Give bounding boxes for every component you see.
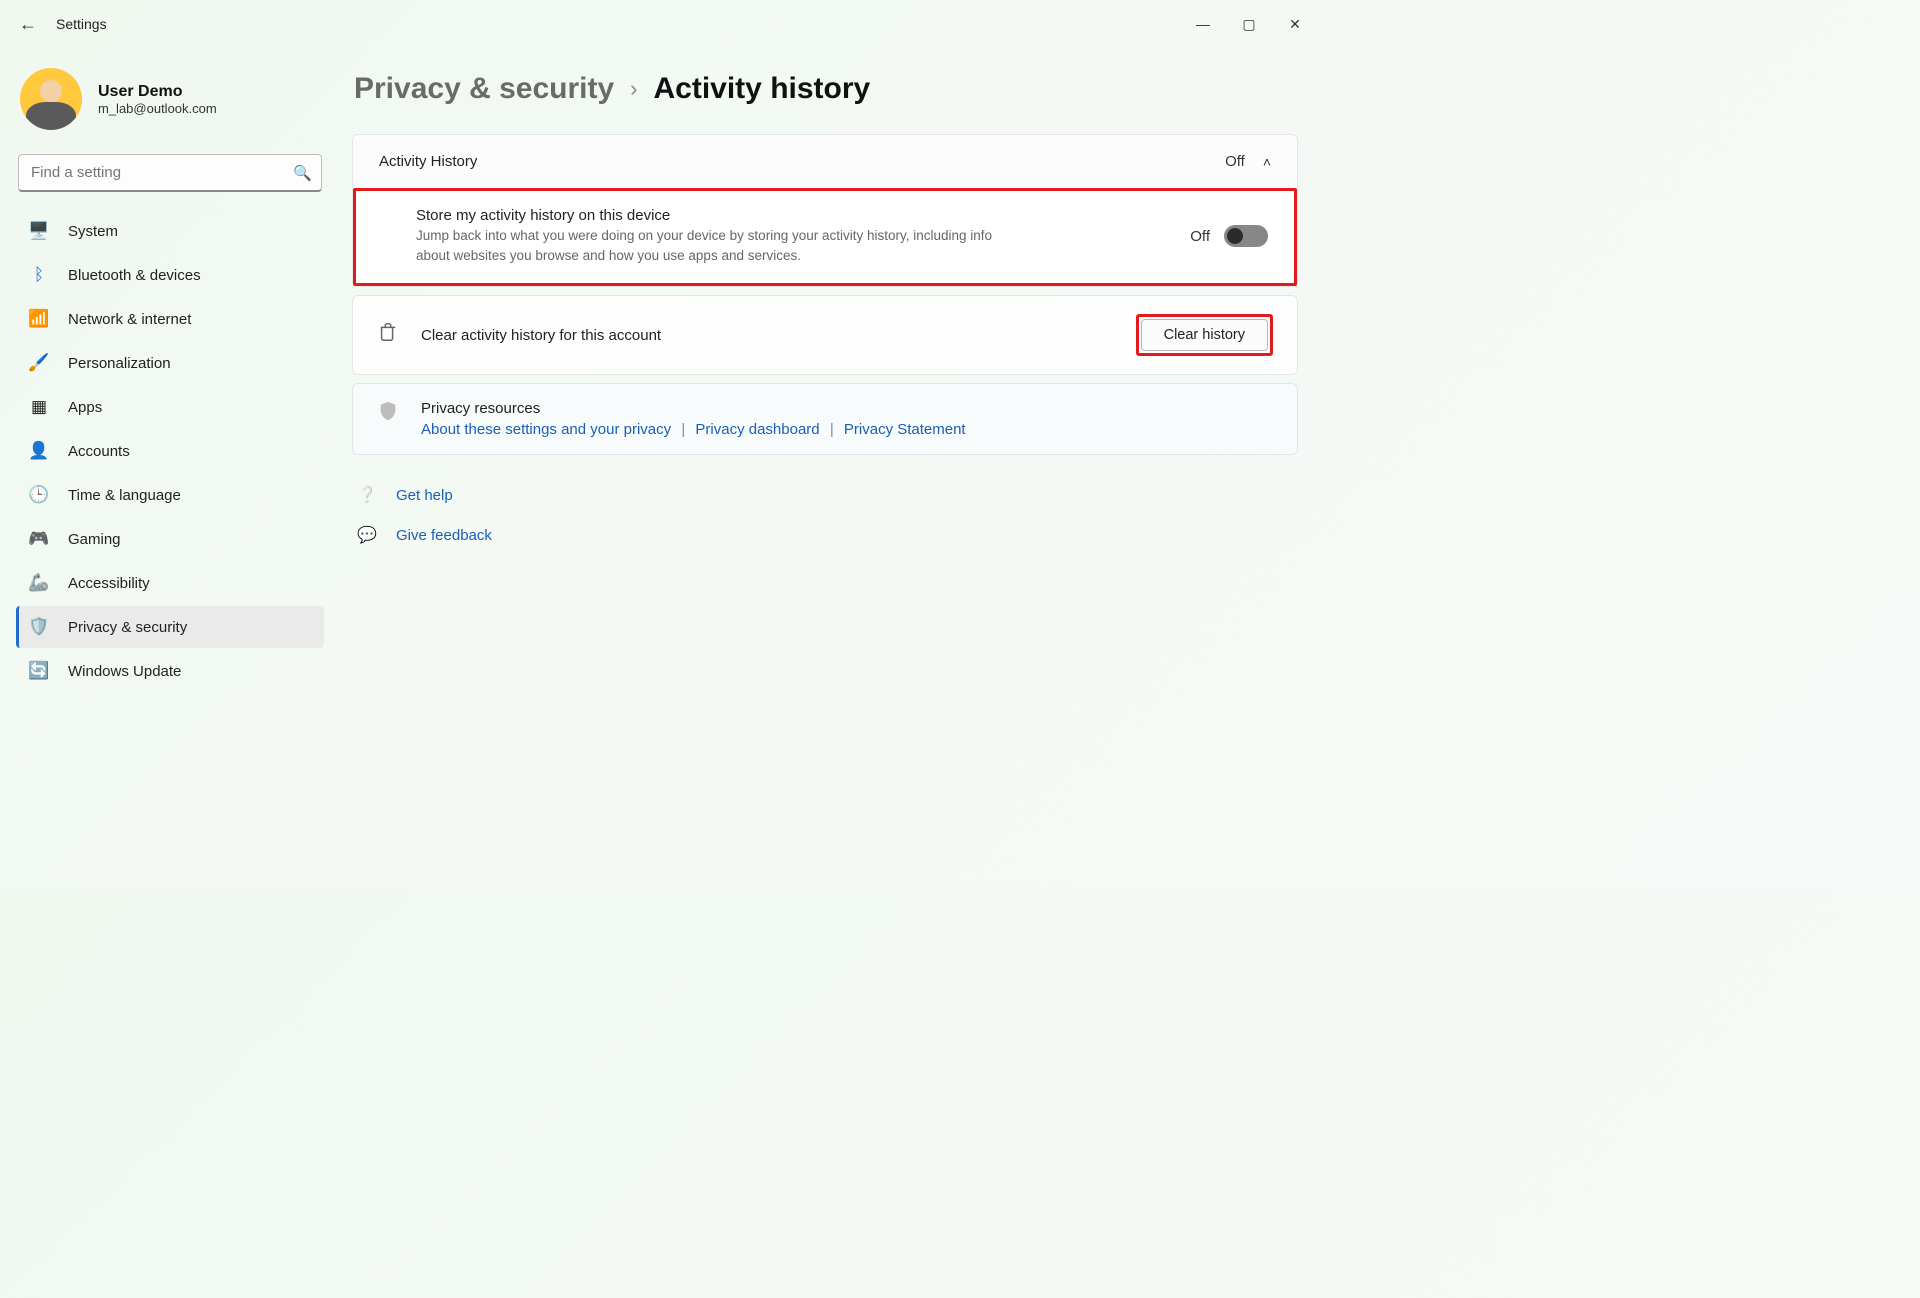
sidebar-item-accounts[interactable]: 👤 Accounts	[16, 430, 324, 472]
bluetooth-icon: ᛒ	[28, 265, 50, 285]
breadcrumb-current: Activity history	[653, 72, 870, 106]
back-arrow-icon: ←	[19, 14, 37, 35]
activity-history-status: Off	[1225, 153, 1245, 170]
sidebar-item-label: Accessibility	[68, 575, 150, 592]
breadcrumb-parent[interactable]: Privacy & security	[354, 72, 614, 106]
minimize-button[interactable]: —	[1180, 4, 1226, 44]
activity-history-expander[interactable]: Activity History Off ˄	[353, 135, 1297, 188]
apps-icon: ▦	[28, 397, 50, 417]
update-icon: 🔄	[28, 661, 50, 681]
link-privacy-dashboard[interactable]: Privacy dashboard	[695, 421, 819, 438]
activity-history-title: Activity History	[379, 153, 477, 170]
wifi-icon: 📶	[28, 309, 50, 329]
sidebar-item-accessibility[interactable]: 🦾 Accessibility	[16, 562, 324, 604]
get-help-row[interactable]: ❔ Get help	[352, 479, 1298, 511]
close-icon: ✕	[1289, 16, 1301, 33]
store-activity-status: Off	[1190, 228, 1210, 245]
trash-icon	[377, 321, 399, 349]
sidebar-item-update[interactable]: 🔄 Windows Update	[16, 650, 324, 692]
gaming-icon: 🎮	[28, 529, 50, 549]
sidebar-item-time[interactable]: 🕒 Time & language	[16, 474, 324, 516]
store-activity-title: Store my activity history on this device	[416, 207, 1016, 224]
give-feedback-row[interactable]: 💬 Give feedback	[352, 519, 1298, 551]
sidebar-item-privacy[interactable]: 🛡️ Privacy & security	[16, 606, 324, 648]
sidebar-item-label: Network & internet	[68, 311, 191, 328]
accessibility-icon: 🦾	[28, 573, 50, 593]
sidebar-item-network[interactable]: 📶 Network & internet	[16, 298, 324, 340]
chevron-up-icon: ˄	[1263, 154, 1271, 170]
minimize-icon: —	[1196, 16, 1210, 32]
back-button[interactable]: ←	[8, 4, 48, 44]
breadcrumb: Privacy & security › Activity history	[352, 72, 1298, 106]
clock-icon: 🕒	[28, 485, 50, 505]
maximize-icon: ▢	[1242, 16, 1255, 33]
system-icon: 🖥️	[28, 221, 50, 241]
clear-activity-label: Clear activity history for this account	[421, 327, 661, 344]
clear-activity-row: Clear activity history for this account …	[352, 295, 1298, 375]
sidebar-item-gaming[interactable]: 🎮 Gaming	[16, 518, 324, 560]
sidebar-item-label: Time & language	[68, 487, 181, 504]
close-button[interactable]: ✕	[1272, 4, 1318, 44]
get-help-link[interactable]: Get help	[396, 487, 453, 504]
privacy-resources-row: Privacy resources About these settings a…	[352, 383, 1298, 455]
profile-name: User Demo	[98, 83, 217, 101]
highlight-clear-button: Clear history	[1136, 314, 1273, 356]
sidebar-item-label: Privacy & security	[68, 619, 187, 636]
avatar	[20, 68, 82, 130]
sidebar-item-bluetooth[interactable]: ᛒ Bluetooth & devices	[16, 254, 324, 296]
store-activity-description: Jump back into what you were doing on yo…	[416, 226, 1016, 265]
sidebar-item-label: System	[68, 223, 118, 240]
sidebar-item-label: Accounts	[68, 443, 130, 460]
give-feedback-link[interactable]: Give feedback	[396, 527, 492, 544]
clear-history-button[interactable]: Clear history	[1141, 319, 1268, 351]
privacy-resources-title: Privacy resources	[421, 400, 966, 417]
maximize-button[interactable]: ▢	[1226, 4, 1272, 44]
sidebar-item-label: Personalization	[68, 355, 171, 372]
store-activity-toggle[interactable]	[1224, 225, 1268, 247]
accounts-icon: 👤	[28, 441, 50, 461]
sidebar-item-label: Apps	[68, 399, 102, 416]
search-icon: 🔍	[293, 164, 312, 182]
highlight-store-setting: Store my activity history on this device…	[353, 188, 1297, 286]
shield-icon: 🛡️	[28, 617, 50, 637]
sidebar-item-label: Gaming	[68, 531, 121, 548]
shield-icon	[377, 400, 399, 428]
profile-block[interactable]: User Demo m_lab@outlook.com	[14, 62, 326, 148]
search-input[interactable]	[18, 154, 322, 192]
link-about-settings[interactable]: About these settings and your privacy	[421, 421, 671, 438]
sidebar-item-label: Bluetooth & devices	[68, 267, 201, 284]
link-privacy-statement[interactable]: Privacy Statement	[844, 421, 966, 438]
feedback-icon: 💬	[356, 525, 378, 545]
store-activity-row: Store my activity history on this device…	[356, 191, 1294, 283]
profile-email: m_lab@outlook.com	[98, 101, 217, 116]
sidebar-item-apps[interactable]: ▦ Apps	[16, 386, 324, 428]
help-icon: ❔	[356, 485, 378, 505]
sidebar-item-system[interactable]: 🖥️ System	[16, 210, 324, 252]
brush-icon: 🖌️	[28, 353, 50, 373]
sidebar-item-label: Windows Update	[68, 663, 181, 680]
chevron-right-icon: ›	[630, 76, 637, 102]
sidebar-item-personalization[interactable]: 🖌️ Personalization	[16, 342, 324, 384]
app-title: Settings	[48, 16, 107, 32]
